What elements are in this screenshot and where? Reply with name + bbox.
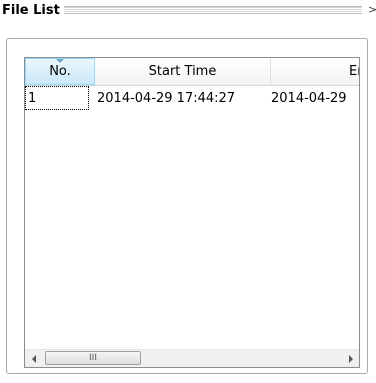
column-header-start-time[interactable]: Start Time xyxy=(95,58,271,85)
column-header-label: End T xyxy=(349,64,359,79)
grip-icon: III xyxy=(89,353,97,363)
close-button[interactable]: > xyxy=(368,3,376,17)
horizontal-scrollbar[interactable]: III xyxy=(25,349,359,367)
scroll-right-button[interactable] xyxy=(342,350,359,367)
cell-no: 1 xyxy=(25,86,89,110)
column-header-no[interactable]: No. xyxy=(25,58,95,85)
scrollbar-thumb[interactable]: III xyxy=(45,351,141,365)
column-header-end-time[interactable]: End T xyxy=(271,58,359,85)
title-bar: File List > xyxy=(0,0,376,20)
window-title: File List xyxy=(2,2,60,18)
column-header-label: Start Time xyxy=(148,64,217,79)
column-header-label: No. xyxy=(49,64,71,79)
arrow-left-icon xyxy=(31,354,36,363)
file-list-window: File List > No. Start Time End T 1 2014-… xyxy=(0,0,376,383)
file-list-table[interactable]: No. Start Time End T 1 2014-04-29 17:44:… xyxy=(24,57,360,368)
sort-indicator-icon xyxy=(56,59,64,63)
table-header: No. Start Time End T xyxy=(25,58,359,86)
cell-start-time: 2014-04-29 17:44:27 xyxy=(97,90,236,106)
table-row[interactable]: 1 2014-04-29 17:44:27 2014-04-29 xyxy=(25,86,359,110)
scroll-left-button[interactable] xyxy=(25,350,42,367)
cell-end-time: 2014-04-29 xyxy=(271,90,347,106)
arrow-right-icon xyxy=(348,354,353,363)
title-bar-rule xyxy=(63,6,362,14)
